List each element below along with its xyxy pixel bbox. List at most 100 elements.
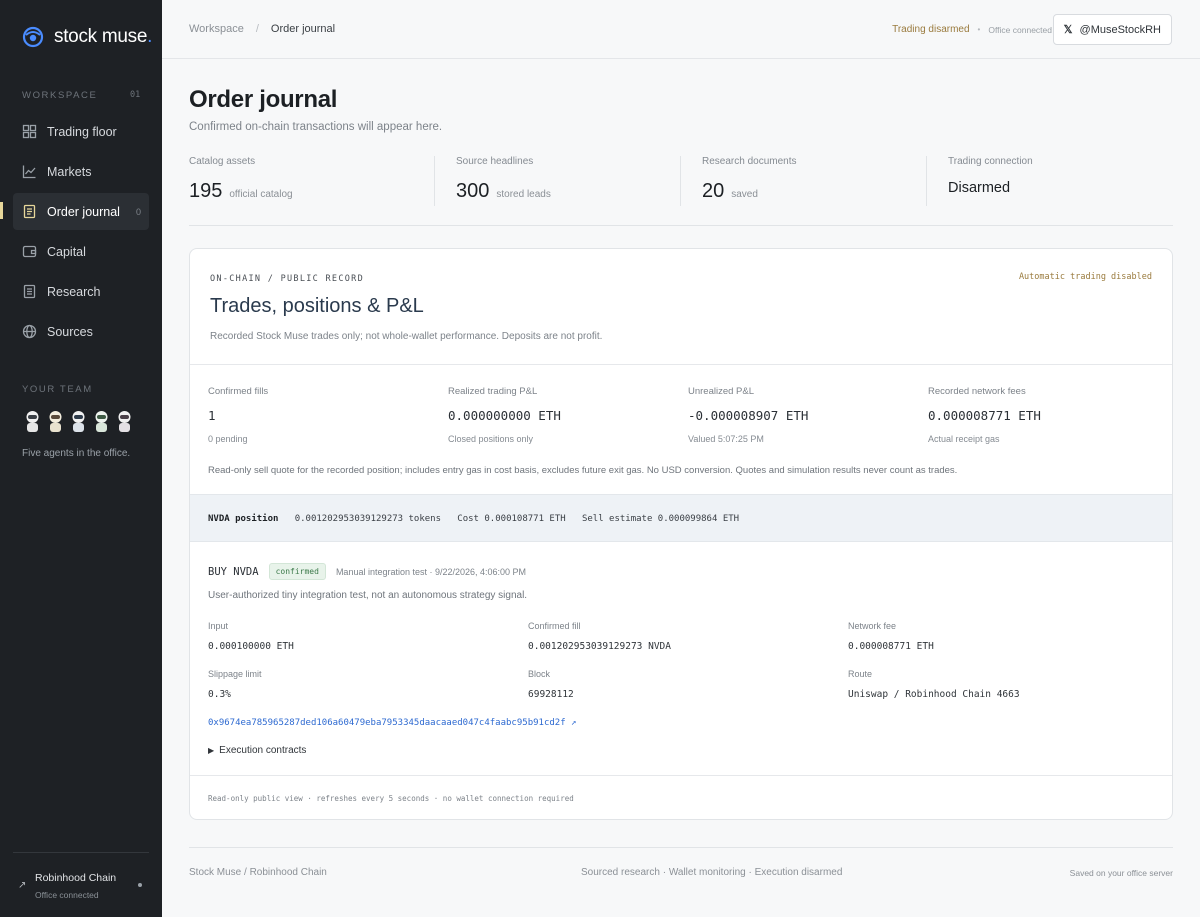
detail-route: Route Uniswap / Robinhood Chain 4663: [848, 669, 1020, 700]
detail-value: 0.000100000 ETH: [208, 641, 294, 652]
sidebar-item-label: Order journal: [47, 204, 120, 219]
breadcrumb: Workspace / Order journal: [189, 23, 335, 35]
detail-value: Uniswap / Robinhood Chain 4663: [848, 689, 1020, 700]
metric-sub: Closed positions only: [448, 434, 534, 444]
detail-label: Route: [848, 669, 873, 679]
sidebar-item-trading-floor[interactable]: Trading floor: [13, 113, 149, 150]
detail-value: 69928112: [528, 689, 574, 700]
sidebar-item-label: Markets: [47, 164, 92, 179]
stat-label: Catalog assets: [189, 156, 256, 167]
stat-label: Research documents: [702, 156, 797, 167]
detail-input: Input 0.000100000 ETH: [208, 621, 294, 652]
trade-side: BUY NVDA: [208, 565, 259, 578]
card-footer-note: Read-only public view · refreshes every …: [208, 794, 574, 803]
x-handle: @MuseStockRH: [1079, 23, 1161, 36]
stat-value: 195: [189, 180, 223, 202]
agent-avatar-icon[interactable]: [47, 410, 64, 434]
line-chart-icon: [22, 165, 36, 179]
card-note: Recorded Stock Muse trades only; not who…: [210, 331, 603, 342]
sidebar-item-research[interactable]: Research: [13, 273, 149, 310]
stat-value: 20: [702, 180, 725, 202]
page-footer: Stock Muse / Robinhood Chain Sourced res…: [189, 847, 1173, 878]
execution-contracts-toggle[interactable]: ▶ Execution contracts: [208, 745, 306, 756]
sidebar-divider: [13, 852, 149, 853]
stat-label: Source headlines: [456, 156, 534, 167]
metric-sub: Actual receipt gas: [928, 434, 1000, 444]
chain-connection-status: Office connected: [35, 890, 99, 900]
divider: [190, 364, 1172, 365]
disclosure-triangle-icon: ▶: [208, 746, 215, 755]
trading-status: Trading disarmed: [892, 24, 970, 35]
stat-divider: [680, 156, 681, 206]
metric-label: Recorded network fees: [928, 386, 1026, 397]
top-bar: Workspace / Order journal Trading disarm…: [162, 0, 1200, 59]
metric-sub: Valued 5:07:25 PM: [688, 434, 764, 444]
agent-avatar-icon[interactable]: [93, 410, 110, 434]
agent-avatar-icon[interactable]: [70, 410, 87, 434]
globe-icon: [22, 324, 37, 339]
stat-source-headlines: Source headlines 300 stored leads: [456, 156, 551, 206]
detail-label: Input: [208, 621, 229, 631]
stat-divider: [926, 156, 927, 206]
brand-logo[interactable]: stock muse.: [22, 26, 152, 48]
detail-label: Block: [528, 669, 551, 679]
detail-confirmed-fill: Confirmed fill 0.001202953039129273 NVDA: [528, 621, 671, 652]
sidebar-item-label: Research: [47, 284, 101, 299]
agent-avatar-icon[interactable]: [24, 410, 41, 434]
sidebar-item-order-journal[interactable]: Order journal 0: [13, 193, 149, 230]
metric-value: 0.000008771 ETH: [928, 408, 1041, 423]
transaction-hash-link[interactable]: 0x9674ea785965287ded106a60479eba7953345d…: [208, 718, 576, 728]
external-arrow-icon: ↗: [18, 880, 27, 891]
metric-realized-pnl: Realized trading P&L 0.000000000 ETH Clo…: [448, 386, 561, 444]
grid-icon: [22, 124, 37, 139]
page-title: Order journal: [189, 86, 338, 113]
position-summary: NVDA position 0.001202953039129273 token…: [190, 494, 1172, 542]
trades-card: ON-CHAIN / PUBLIC RECORD Automatic tradi…: [189, 248, 1173, 820]
automatic-trading-status: Automatic trading disabled: [1018, 272, 1152, 282]
detail-slippage-limit: Slippage limit 0.3%: [208, 669, 262, 700]
wallet-icon: [22, 245, 37, 258]
status-separator: •: [977, 25, 981, 34]
footer-left: Stock Muse / Robinhood Chain: [189, 867, 327, 878]
stat-note: saved: [731, 189, 758, 200]
workspace-count: 01: [130, 90, 141, 100]
sidebar-item-label: Sources: [47, 324, 93, 339]
sidebar-item-sources[interactable]: Sources: [13, 313, 149, 350]
metric-confirmed-fills: Confirmed fills 1 0 pending: [208, 386, 268, 444]
stat-label: Trading connection: [948, 156, 1033, 167]
document-icon: [23, 284, 36, 299]
sidebar-item-markets[interactable]: Markets: [13, 153, 149, 190]
quote-disclaimer: Read-only sell quote for the recorded po…: [208, 465, 958, 476]
divider: [190, 775, 1172, 776]
active-indicator: [0, 202, 3, 219]
sidebar-item-capital[interactable]: Capital: [13, 233, 149, 270]
card-title: Trades, positions & P&L: [210, 295, 424, 317]
x-profile-button[interactable]: 𝕏 @MuseStockRH: [1052, 14, 1172, 45]
metric-label: Confirmed fills: [208, 386, 269, 397]
stat-note: stored leads: [496, 189, 551, 200]
workspace-section-label: WORKSPACE: [22, 90, 98, 101]
stat-research-documents: Research documents 20 saved: [702, 156, 797, 206]
metric-value: 0.000000000 ETH: [448, 408, 561, 423]
position-label: NVDA position: [208, 514, 279, 524]
stat-catalog-assets: Catalog assets 195 official catalog: [189, 156, 293, 206]
trade-header: BUY NVDA confirmed Manual integration te…: [208, 563, 526, 580]
metric-value: 1: [208, 408, 216, 423]
footer-right: Saved on your office server: [1069, 868, 1173, 878]
connection-dot-icon: [138, 883, 142, 887]
team-note: Five agents in the office.: [22, 448, 131, 459]
sidebar-item-label: Trading floor: [47, 124, 117, 139]
journal-icon: [23, 204, 36, 219]
detail-value: 0.000008771 ETH: [848, 641, 934, 652]
detail-network-fee: Network fee 0.000008771 ETH: [848, 621, 934, 652]
execution-contracts-label: Execution contracts: [219, 745, 307, 756]
position-sell-estimate: Sell estimate 0.000099864 ETH: [581, 514, 740, 524]
breadcrumb-separator: /: [255, 23, 259, 35]
position-cost: Cost 0.000108771 ETH: [457, 514, 566, 524]
breadcrumb-workspace[interactable]: Workspace: [189, 23, 244, 35]
metric-sub: 0 pending: [208, 434, 248, 444]
agent-avatar-icon[interactable]: [116, 410, 133, 434]
order-count-badge: 0: [135, 206, 141, 217]
brand-dot: .: [147, 26, 153, 47]
footer-middle: Sourced research · Wallet monitoring · E…: [581, 867, 843, 878]
